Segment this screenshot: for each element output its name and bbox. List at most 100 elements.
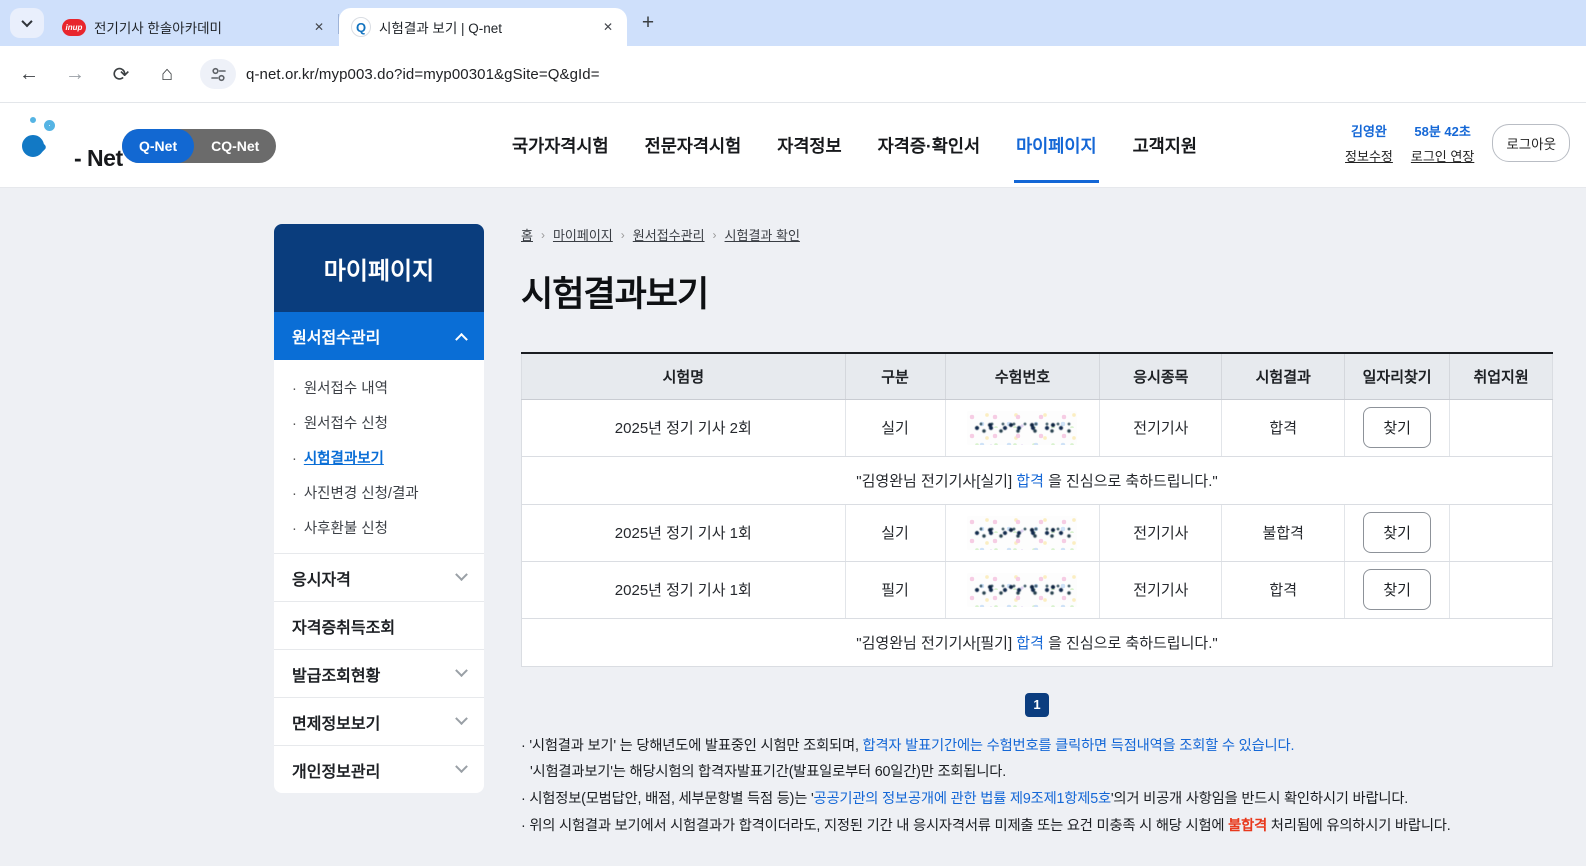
breadcrumb-link[interactable]: 마이페이지 xyxy=(553,225,613,244)
masked-digits xyxy=(973,584,1071,597)
browser-tab-active[interactable]: Q 시험결과 보기 | Q-net ✕ xyxy=(339,8,627,46)
footnote-link[interactable]: 공공기관의 정보공개에 관한 법률 제9조제1항제5호 xyxy=(814,791,1111,807)
nav-item-link[interactable]: 국가자격시험 xyxy=(512,133,609,158)
back-icon[interactable]: ← xyxy=(12,57,46,91)
table-row: 2025년 정기 기사 1회필기전기기사합격찾기 xyxy=(522,561,1553,618)
reload-icon[interactable]: ⟳ xyxy=(104,57,138,91)
footnote-text: '시험결과보기'는 해당시험의 합격자발표기간(발표일로부터 60일간)만 조회… xyxy=(530,764,1006,780)
extend-login-link[interactable]: 로그인 연장 xyxy=(1411,146,1474,165)
table-header-row: 시험명구분수험번호응시종목시험결과일자리찾기취업지원 xyxy=(522,353,1553,399)
sidebar-section[interactable]: 응시자격 xyxy=(274,553,484,601)
exam-number-cell xyxy=(945,561,1100,618)
masked-exam-number[interactable] xyxy=(967,516,1077,550)
result-cell: 합격 xyxy=(1222,399,1345,456)
new-tab-button[interactable]: + xyxy=(633,8,663,38)
nav-item-link[interactable]: 고객지원 xyxy=(1133,133,1197,158)
bullet-icon: · xyxy=(292,381,297,397)
breadcrumb-link[interactable]: 홈 xyxy=(521,225,533,244)
find-job-button[interactable]: 찾기 xyxy=(1363,512,1431,553)
forward-icon[interactable]: → xyxy=(58,57,92,91)
site-toggle[interactable]: Q-Net CQ-Net xyxy=(122,129,276,163)
nav-item-link[interactable]: 자격증·확인서 xyxy=(878,133,980,158)
bullet-icon: · xyxy=(292,486,297,502)
bullet-icon: · xyxy=(292,521,297,537)
find-cell: 찾기 xyxy=(1345,504,1450,561)
column-header: 일자리찾기 xyxy=(1345,353,1450,399)
footnotes: · '시험결과 보기' 는 당해년도에 발표중인 시험만 조회되며, 합격자 발… xyxy=(521,733,1553,841)
pagination-page-1[interactable]: 1 xyxy=(1025,693,1049,717)
toggle-cqnet[interactable]: CQ-Net xyxy=(194,129,276,163)
sidebar-item[interactable]: · 사진변경 신청/결과 xyxy=(274,475,484,510)
sidebar-section[interactable]: 발급조회현황 xyxy=(274,649,484,697)
column-header: 시험명 xyxy=(522,353,846,399)
site-header: - Net Q-Net CQ-Net 국가자격시험 전문자격시험 자격정보 자격증·확… xyxy=(0,103,1586,188)
browser-tab-inactive[interactable]: inup 전기기사 한솔아카데미 ✕ xyxy=(50,8,338,46)
sidebar-item[interactable]: ·원서접수 신청 xyxy=(274,405,484,440)
exam-name-cell: 2025년 정기 기사 2회 xyxy=(522,399,846,456)
logo-bubble-icon xyxy=(30,117,36,123)
nav-item-link[interactable]: 자격정보 xyxy=(777,133,841,158)
browser-tab-strip: inup 전기기사 한솔아카데미 ✕ Q 시험결과 보기 | Q-net ✕ + xyxy=(0,0,1586,46)
category-cell: 실기 xyxy=(845,399,945,456)
sidebar-section-label: 응시자격 xyxy=(292,566,351,590)
table-row: 2025년 정기 기사 1회실기전기기사불합격찾기 xyxy=(522,504,1553,561)
footnote-text: · 시험정보(모범답안, 배점, 세부문항별 득점 등)는 ' xyxy=(521,791,814,807)
breadcrumb-link[interactable]: 원서접수관리 xyxy=(633,225,705,244)
message-prefix: "김영완님 전기기사[필기] xyxy=(856,635,1016,652)
sidebar-item[interactable]: ·시험결과보기 xyxy=(274,440,484,475)
breadcrumb-separator: › xyxy=(621,228,625,242)
table-body: 2025년 정기 기사 2회실기전기기사합격찾기"김영완님 전기기사[실기] 합… xyxy=(522,399,1553,666)
sidebar-section-label: 원서접수관리 xyxy=(292,324,380,348)
url-bar[interactable]: q-net.or.kr/myp003.do?id=myp00301&gSite=… xyxy=(246,66,600,83)
employment-support-cell xyxy=(1450,504,1553,561)
footnote-link[interactable]: 합격자 발표기간에는 수험번호를 클릭하면 득점내역을 조회할 수 있습니다. xyxy=(863,738,1295,754)
sidebar-item[interactable]: ·사후환불 신청 xyxy=(274,510,484,545)
nav-item-link[interactable]: 전문자격시험 xyxy=(645,133,742,158)
main-column: 홈›마이페이지›원서접수관리›시험결과 확인 시험결과보기 시험명구분수험번호응… xyxy=(521,189,1553,840)
site-settings-button[interactable] xyxy=(200,59,236,89)
sidebar-item[interactable]: ·원서접수 내역 xyxy=(274,370,484,405)
breadcrumb-link[interactable]: 시험결과 확인 xyxy=(725,225,800,244)
footnote-text: · 위의 시험결과 보기에서 시험결과가 합격이더라도, 지정된 기간 내 응시… xyxy=(521,818,1228,834)
column-header: 시험결과 xyxy=(1222,353,1345,399)
close-icon[interactable]: ✕ xyxy=(599,18,617,36)
sidebar: 마이페이지 원서접수관리 ·원서접수 내역·원서접수 신청·시험결과보기·사진변… xyxy=(274,224,484,793)
sidebar-section[interactable]: 면제정보보기 xyxy=(274,697,484,745)
footnote: · 시험정보(모범답안, 배점, 세부문항별 득점 등)는 '공공기관의 정보공… xyxy=(521,786,1553,813)
column-header: 수험번호 xyxy=(945,353,1100,399)
sidebar-section-label: 자격증취득조회 xyxy=(292,614,395,638)
home-icon[interactable]: ⌂ xyxy=(150,57,184,91)
message-suffix: 을 진심으로 축하드립니다." xyxy=(1044,635,1218,652)
sidebar-item-label: 사진변경 신청/결과 xyxy=(304,482,419,503)
qnet-logo[interactable]: - Net xyxy=(20,119,130,175)
account-area: 김영완 정보수정 58분 42초 로그인 연장 로그아웃 xyxy=(1345,121,1570,165)
nav-item-active[interactable]: 마이페이지 xyxy=(1016,133,1097,158)
find-cell: 찾기 xyxy=(1345,561,1450,618)
session-timer: 58분 42초 xyxy=(1414,121,1470,140)
find-job-button[interactable]: 찾기 xyxy=(1363,569,1431,610)
bullet-icon: · xyxy=(292,451,297,467)
message-highlight: 합격 xyxy=(1016,635,1044,652)
toggle-qnet[interactable]: Q-Net xyxy=(122,129,194,163)
results-table: 시험명구분수험번호응시종목시험결과일자리찾기취업지원 2025년 정기 기사 2… xyxy=(521,352,1553,667)
message-prefix: "김영완님 전기기사[실기] xyxy=(856,473,1016,490)
find-job-button[interactable]: 찾기 xyxy=(1363,407,1431,448)
sidebar-section-open[interactable]: 원서접수관리 xyxy=(274,312,484,360)
breadcrumb-separator: › xyxy=(713,228,717,242)
sidebar-section[interactable]: 자격증취득조회 xyxy=(274,601,484,649)
result-cell: 불합격 xyxy=(1222,504,1345,561)
close-icon[interactable]: ✕ xyxy=(310,18,328,36)
logo-q-icon xyxy=(22,135,44,157)
masked-exam-number[interactable] xyxy=(967,411,1077,445)
bullet-icon: · xyxy=(292,416,297,432)
exam-number-cell xyxy=(945,399,1100,456)
tab-search-button[interactable] xyxy=(10,8,44,38)
logout-button[interactable]: 로그아웃 xyxy=(1492,124,1570,162)
sidebar-title: 마이페이지 xyxy=(274,224,484,312)
edit-info-link[interactable]: 정보수정 xyxy=(1345,146,1393,165)
sidebar-subitems: ·원서접수 내역·원서접수 신청·시험결과보기·사진변경 신청/결과·사후환불 … xyxy=(274,360,484,553)
sidebar-section[interactable]: 개인정보관리 xyxy=(274,745,484,793)
masked-digits xyxy=(973,527,1071,540)
breadcrumb-separator: › xyxy=(541,228,545,242)
masked-exam-number[interactable] xyxy=(967,573,1077,607)
